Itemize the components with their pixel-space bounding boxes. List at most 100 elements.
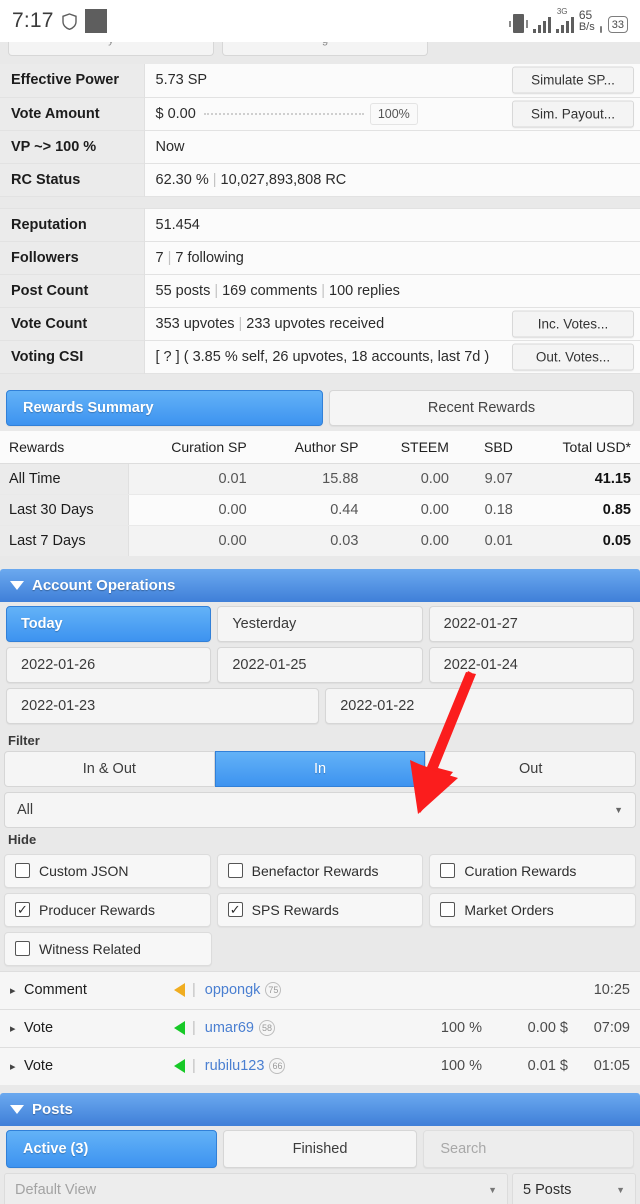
list-item[interactable]: ▸ Vote | rubilu123 66 100 % 0.01 $ 01:05 xyxy=(0,1046,640,1085)
checkbox-checked-icon xyxy=(227,902,243,917)
date-selector: Today Yesterday 2022-01-27 2022-01-26 20… xyxy=(0,601,640,724)
direction-triangle-icon xyxy=(174,983,185,997)
posts-count-select[interactable]: 5 Posts ▼ xyxy=(512,1172,636,1204)
vote-percent-chip[interactable]: 100% xyxy=(369,102,418,125)
filter-in-button[interactable]: In xyxy=(214,750,426,787)
col-rewards: Rewards xyxy=(0,430,128,464)
checkbox-market-orders[interactable]: Market Orders xyxy=(429,892,637,927)
outgoing-votes-button[interactable]: Out. Votes... xyxy=(512,343,634,370)
filter-type-select[interactable]: All ▼ xyxy=(4,791,636,828)
filter-in-and-out-button[interactable]: In & Out xyxy=(4,750,215,787)
effective-power-value: 5.73 SP xyxy=(155,72,208,89)
date-2022-01-24[interactable]: 2022-01-24 xyxy=(428,646,634,683)
posts-bottom-controls: Default View ▼ 5 Posts ▼ xyxy=(0,1167,640,1204)
row-label: Effective Power xyxy=(0,64,145,97)
rewards-summary-table: Rewards Curation SP Author SP STEEM SBD … xyxy=(0,430,640,557)
followers-count: 7 xyxy=(155,249,164,266)
row-value-cell: [ ? ] ( 3.85 % self, 26 upvotes, 18 acco… xyxy=(144,340,640,373)
posts-header[interactable]: Posts xyxy=(0,1092,640,1126)
date-2022-01-22[interactable]: 2022-01-22 xyxy=(325,687,634,724)
filter-out-button[interactable]: Out xyxy=(425,750,637,787)
expand-chevron-icon[interactable]: ▸ xyxy=(10,984,24,997)
divider: | xyxy=(192,1020,196,1036)
row-label: VP ~> 100 % xyxy=(0,130,145,163)
checkbox-box-icon xyxy=(227,863,243,878)
vibrate-icon xyxy=(508,14,528,33)
operation-type: Vote xyxy=(24,1058,54,1074)
date-row: 2022-01-23 2022-01-22 xyxy=(6,687,634,724)
vote-amount-slider[interactable] xyxy=(203,112,364,115)
cell-steem: 0.00 xyxy=(367,494,458,526)
row-label: Voting CSI xyxy=(0,340,145,373)
table-row: Followers 7 | 7 following xyxy=(0,241,640,274)
account-info-table: Effective Power 5.73 SP Simulate SP... V… xyxy=(0,64,640,374)
expand-chevron-icon[interactable]: ▸ xyxy=(10,1022,24,1035)
cell-steem: 0.00 xyxy=(367,525,458,557)
account-operations-title: Account Operations xyxy=(32,576,176,594)
checkbox-row: Producer Rewards SPS Rewards Market Orde… xyxy=(4,892,637,927)
tab-active-posts[interactable]: Active (3) xyxy=(6,1129,217,1168)
cell-author-sp: 0.44 xyxy=(255,494,368,526)
network-3g-icon: 3G xyxy=(555,8,574,33)
sim-payout-button[interactable]: Sim. Payout... xyxy=(512,100,634,127)
chevron-down-icon: ▼ xyxy=(614,804,623,815)
cell-curation-sp: 0.00 xyxy=(128,494,256,526)
date-row: Today Yesterday 2022-01-27 xyxy=(6,605,634,642)
checkbox-sps-rewards[interactable]: SPS Rewards xyxy=(216,892,424,927)
checkbox-checked-icon xyxy=(15,902,30,917)
list-item[interactable]: ▸ Comment | oppongk 75 10:25 xyxy=(0,970,640,1009)
account-operations-header[interactable]: Account Operations xyxy=(0,568,640,602)
posts-search-input[interactable]: Search xyxy=(423,1129,635,1168)
network-speed: 65 B/s xyxy=(578,8,595,33)
posts-view-select[interactable]: Default View ▼ xyxy=(4,1172,508,1204)
vp-value: Now xyxy=(144,130,640,163)
section-spacer xyxy=(0,373,640,386)
operation-type: Vote xyxy=(24,1020,54,1036)
square-block-icon xyxy=(84,9,107,33)
operation-user-link[interactable]: oppongk xyxy=(205,982,261,998)
date-2022-01-27[interactable]: 2022-01-27 xyxy=(428,605,634,642)
table-row: Effective Power 5.73 SP Simulate SP... xyxy=(0,64,640,97)
list-item[interactable]: ▸ Vote | umar69 58 100 % 0.00 $ 07:09 xyxy=(0,1008,640,1047)
checkbox-row: Custom JSON Benefactor Rewards Curation … xyxy=(4,853,637,888)
date-2022-01-25[interactable]: 2022-01-25 xyxy=(217,646,423,683)
operation-user-link[interactable]: rubilu123 xyxy=(205,1058,265,1074)
date-2022-01-23[interactable]: 2022-01-23 xyxy=(6,687,320,724)
cut-off-button-right[interactable]: g xyxy=(222,42,428,56)
operation-user-link[interactable]: umar69 xyxy=(205,1020,254,1036)
table-row: RC Status 62.30 % | 10,027,893,808 RC xyxy=(0,163,640,196)
checkbox-producer-rewards[interactable]: Producer Rewards xyxy=(4,892,211,927)
chevron-down-icon xyxy=(10,580,24,590)
tab-recent-rewards[interactable]: Recent Rewards xyxy=(329,389,634,426)
operation-time: 10:25 xyxy=(593,982,630,998)
hide-label: Hide xyxy=(0,827,640,850)
cell-total-usd: 41.15 xyxy=(521,463,640,495)
battery-icon: 33 xyxy=(607,16,628,33)
checkbox-custom-json[interactable]: Custom JSON xyxy=(4,853,211,888)
simulate-sp-button[interactable]: Simulate SP... xyxy=(512,66,634,94)
filter-segment-control: In & Out In Out xyxy=(0,750,640,787)
checkbox-curation-rewards[interactable]: Curation Rewards xyxy=(429,853,637,888)
cell-total-usd: 0.05 xyxy=(521,525,640,557)
checkbox-box-icon xyxy=(440,863,456,878)
incoming-votes-button[interactable]: Inc. Votes... xyxy=(512,310,634,337)
row-label: Post Count xyxy=(0,274,145,307)
col-author-sp: Author SP xyxy=(255,430,368,464)
status-bar: 7:17 3G 65 B/s 33 xyxy=(0,0,640,42)
cell-sbd: 0.01 xyxy=(457,525,522,557)
tab-rewards-summary[interactable]: Rewards Summary xyxy=(6,389,323,426)
tab-finished-posts[interactable]: Finished xyxy=(222,1129,418,1168)
date-today[interactable]: Today xyxy=(6,605,212,642)
checkbox-label: Benefactor Rewards xyxy=(251,862,379,879)
checkbox-witness-related[interactable]: Witness Related xyxy=(4,931,212,966)
cut-off-button-left[interactable]: y xyxy=(8,42,214,56)
posts-tabs: Active (3) Finished Search xyxy=(0,1125,640,1168)
checkbox-benefactor-rewards[interactable]: Benefactor Rewards xyxy=(216,853,424,888)
date-yesterday[interactable]: Yesterday xyxy=(217,605,423,642)
cell-curation-sp: 0.00 xyxy=(128,525,256,557)
status-time: 7:17 xyxy=(12,9,54,32)
row-value-cell: 5.73 SP Simulate SP... xyxy=(144,64,640,97)
date-2022-01-26[interactable]: 2022-01-26 xyxy=(6,646,212,683)
expand-chevron-icon[interactable]: ▸ xyxy=(10,1060,24,1073)
operation-percent: 100 % xyxy=(440,1020,482,1036)
